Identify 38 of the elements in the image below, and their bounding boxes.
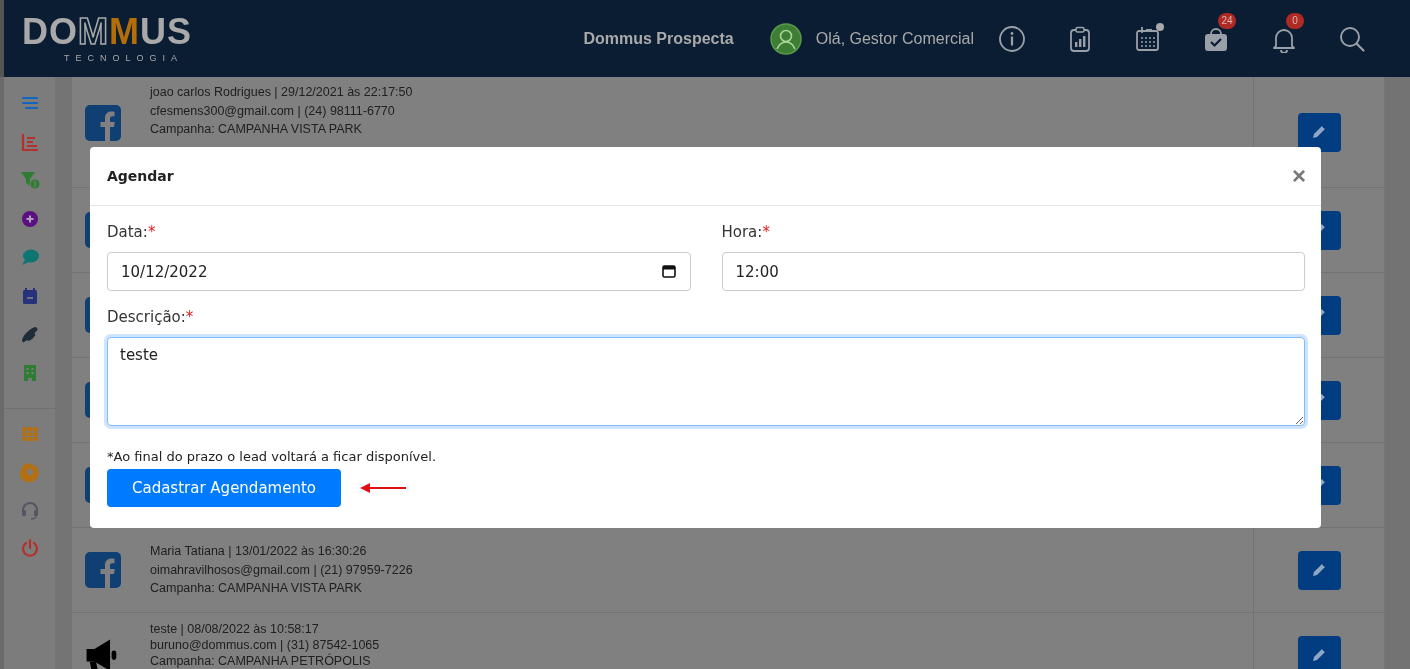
lead-detail: joao carlos Rodrigues | 29/12/2021 às 22:17:50 <box>150 84 413 101</box>
lead-detail: cfesmens300@gmail.com | (24) 98111-6770 <box>150 102 396 120</box>
dialog-title: Agendar <box>107 168 174 184</box>
count-badge: 24 <box>1218 12 1236 29</box>
calendar-icon[interactable] <box>1134 24 1162 53</box>
field-label: Descrição:* <box>107 308 195 326</box>
description-field[interactable]: teste <box>107 337 1305 426</box>
date-field[interactable]: 10/12/2022 <box>107 252 691 291</box>
lead-detail: oimahravilhosos@gmail.com | (21) 97959-7226 <box>150 561 413 579</box>
lead-detail: Maria Tatiana | 13/01/2022 às 16:30:26 <box>150 543 368 561</box>
logo-tagline: TECNOLOGIA <box>64 53 183 63</box>
facebook-logo-icon <box>85 105 121 141</box>
lead-detail: Campanha: CAMPANHA PETRÓPOLIS <box>150 653 372 669</box>
close-button[interactable]: × <box>1292 164 1306 188</box>
lead-detail: teste | 08/08/2022 às 10:58:17 <box>150 621 320 637</box>
lead-detail: Campanha: CAMPANHA VISTA PARK <box>150 580 363 598</box>
submit-button[interactable]: Cadastrar Agendamento <box>107 469 341 507</box>
field-label: Hora:* <box>721 223 771 241</box>
search-icon[interactable] <box>1338 24 1366 53</box>
edit-button[interactable] <box>1297 550 1341 590</box>
edit-button[interactable] <box>1297 112 1341 152</box>
pencil-icon <box>1310 561 1328 579</box>
edit-button[interactable] <box>1297 635 1341 669</box>
lead-detail: Campanha: CAMPANHA VISTA PARK <box>150 121 363 138</box>
info-icon[interactable] <box>998 24 1026 53</box>
pencil-icon <box>1310 646 1328 664</box>
lead-detail: buruno@dommus.com | (31) 87542-1065 <box>150 637 380 653</box>
count-badge: 0 <box>1286 12 1304 29</box>
logo-wordmark: DOMMUS <box>22 14 192 50</box>
field-label: Data:* <box>107 223 157 241</box>
deadline-note: *Ao final do prazo o lead voltará a ficar disponível. <box>107 449 438 464</box>
user-greeting[interactable]: Olá, Gestor Comercial <box>815 29 974 48</box>
app-name: Dommus Prospecta <box>583 29 734 48</box>
avatar-icon[interactable] <box>769 22 802 55</box>
calendar-icon[interactable] <box>661 264 676 278</box>
pencil-icon <box>1310 123 1328 141</box>
facebook-logo-icon <box>85 552 121 588</box>
time-field[interactable]: 12:00 <box>721 252 1305 291</box>
